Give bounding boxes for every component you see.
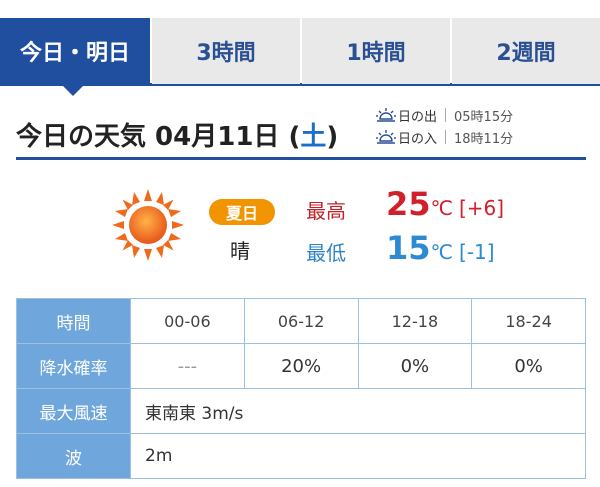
wind-header: 最大風速 — [16, 388, 131, 434]
low-temp: 15℃ [-1] — [386, 229, 495, 267]
tab-2-week[interactable]: 2週間 — [452, 18, 600, 84]
title-close: ) — [326, 122, 339, 152]
table-row: 波 2m — [16, 433, 586, 479]
precip-cell: 0% — [471, 343, 586, 389]
high-temp-value: 25 — [386, 185, 431, 223]
sunset-time: 18時11分 — [454, 131, 514, 147]
precip-cell: 20% — [243, 343, 359, 389]
precip-cell: --- — [130, 343, 245, 389]
table-row: 時間 00-06 06-12 12-18 18-24 — [16, 298, 586, 344]
high-temp-unit: ℃ — [430, 196, 453, 220]
forecast-table: 時間 00-06 06-12 12-18 18-24 降水確率 --- 20% … — [16, 298, 586, 479]
low-temp-unit: ℃ — [430, 240, 453, 264]
table-row: 最大風速 東南東 3m/s — [16, 388, 586, 434]
wind-cell: 東南東 3m/s — [130, 388, 586, 434]
wave-header: 波 — [16, 433, 131, 479]
tab-today-tomorrow[interactable]: 今日・明日 — [0, 18, 150, 84]
sunrise-time: 05時15分 — [454, 109, 514, 125]
tab-3-hour[interactable]: 3時間 — [152, 18, 300, 84]
sunset-row: 日の入 18時11分 — [376, 126, 546, 148]
period-cell: 12-18 — [357, 298, 473, 344]
active-tab-indicator — [61, 84, 85, 96]
weather-summary: 夏日 晴 最高 25℃ [+6] 最低 15℃ [-1] — [0, 175, 600, 285]
forecast-tabs: 今日・明日 3時間 1時間 2週間 — [0, 0, 600, 86]
sunset-label: 日の入 — [398, 131, 438, 147]
period-cell: 18-24 — [471, 298, 586, 344]
sunny-icon — [112, 189, 184, 261]
time-header: 時間 — [16, 298, 131, 344]
period-cell: 00-06 — [130, 298, 245, 344]
title-weekday: 土 — [300, 122, 327, 152]
summer-day-badge: 夏日 — [209, 199, 275, 225]
high-temp-label: 最高 — [306, 199, 346, 223]
page-title: 今日の天気 04月11日 (土) — [16, 116, 338, 153]
wave-cell: 2m — [130, 433, 586, 479]
precip-header: 降水確率 — [16, 343, 131, 389]
low-temp-label: 最低 — [306, 241, 346, 265]
divider — [445, 108, 447, 122]
day-header: 今日の天気 04月11日 (土) 日の出 05時15分 日の入 18時11分 — [16, 108, 586, 160]
low-temp-value: 15 — [386, 229, 431, 267]
divider — [445, 130, 447, 144]
table-row: 降水確率 --- 20% 0% 0% — [16, 343, 586, 389]
title-date: 今日の天気 04月11日 ( — [16, 122, 301, 152]
sun-times: 日の出 05時15分 日の入 18時11分 — [376, 104, 546, 148]
sunrise-row: 日の出 05時15分 — [376, 104, 546, 126]
high-temp-diff: [+6] — [459, 196, 505, 220]
sunset-icon — [376, 130, 396, 144]
weather-condition: 晴 — [230, 239, 250, 263]
period-cell: 06-12 — [243, 298, 359, 344]
sunrise-label: 日の出 — [398, 109, 438, 125]
precip-cell: 0% — [357, 343, 473, 389]
high-temp: 25℃ [+6] — [386, 185, 504, 223]
tab-1-hour[interactable]: 1時間 — [302, 18, 450, 84]
low-temp-diff: [-1] — [459, 240, 495, 264]
sunrise-icon — [376, 108, 396, 122]
